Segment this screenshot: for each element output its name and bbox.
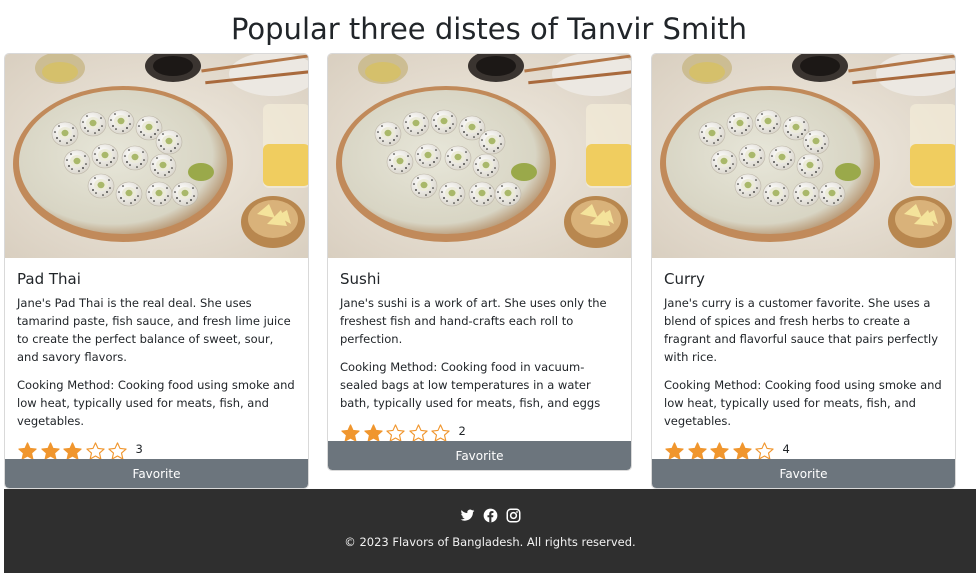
dish-description: Jane's sushi is a work of art. She uses … [340,296,607,346]
site-footer: © 2023 Flavors of Bangladesh. All rights… [4,489,976,573]
page-title: Popular three distes of Tanvir Smith [230,12,748,46]
rating-count: 3 [135,442,143,456]
rating-count: 4 [782,442,790,456]
twitter-icon[interactable] [460,508,475,523]
dish-description: Jane's Pad Thai is the real deal. She us… [17,296,291,364]
dish-photo [5,54,309,258]
favorite-button[interactable]: Favorite [652,459,955,488]
dish-description: Jane's curry is a customer favorite. She… [664,296,939,364]
social-links [4,508,976,524]
favorite-button[interactable]: Favorite [5,459,308,488]
dish-photo [328,54,632,258]
facebook-icon[interactable] [483,508,498,523]
dish-photo [652,54,956,258]
dish-name: Curry [664,270,705,288]
cooking-method: Cooking Method: Cooking food using smoke… [17,378,295,428]
rating-count: 2 [458,424,466,438]
dish-card-curry: Curry Jane's curry is a customer favorit… [651,53,956,489]
dish-card-sushi: Sushi Jane's sushi is a work of art. She… [327,53,632,471]
dish-card-pad-thai: Pad Thai Jane's Pad Thai is the real dea… [4,53,309,489]
dish-name: Pad Thai [17,270,81,288]
favorite-button[interactable]: Favorite [328,441,631,470]
cooking-method: Cooking Method: Cooking food using smoke… [664,378,942,428]
dish-name: Sushi [340,270,381,288]
copyright-text: © 2023 Flavors of Bangladesh. All rights… [344,535,636,549]
cooking-method: Cooking Method: Cooking food in vacuum-s… [340,360,601,410]
instagram-icon[interactable] [506,508,521,523]
